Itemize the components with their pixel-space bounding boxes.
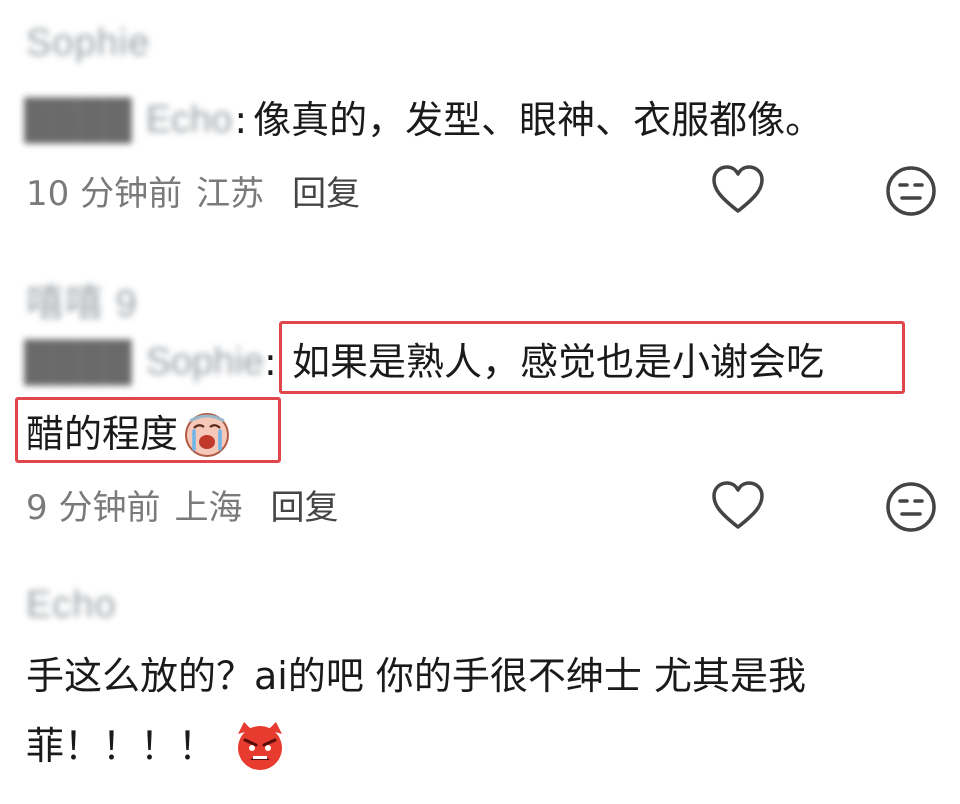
comment-username[interactable]: Echo (26, 584, 117, 627)
reply-user-a[interactable]: ████ (24, 341, 132, 384)
comment-location: 江苏 (196, 174, 265, 214)
reply-button[interactable]: 回复 (292, 174, 360, 214)
comment-username[interactable]: Sophie (26, 22, 150, 65)
reply-user-a[interactable]: ████ (24, 99, 132, 142)
meh-face-icon[interactable] (884, 480, 938, 534)
comment-meta: 10 分钟前 江苏 回复 (26, 166, 360, 215)
comment-username[interactable]: 嘻嘻 9 (26, 272, 138, 327)
reply-user-b[interactable]: Sophie (146, 341, 264, 384)
comment-body: ████ Echo : 像真的，发型、眼神、衣服都像。 (24, 88, 823, 152)
reply-user-b[interactable]: Echo (146, 99, 233, 142)
heart-icon[interactable] (710, 164, 766, 216)
comment-body-line2: 菲！！！！ (26, 714, 288, 778)
comment-time: 10 分钟前 (26, 174, 183, 214)
comment-text: 像真的，发型、眼神、衣服都像。 (253, 98, 824, 142)
comment-text-line1: 手这么放的？ai的吧 你的手很不绅士 尤其是我 (26, 654, 807, 698)
meh-face-icon[interactable] (884, 164, 938, 218)
angry-face-icon (238, 722, 283, 770)
comment-location: 上海 (174, 488, 243, 528)
comment-text-line2: 菲！！！！ (26, 724, 217, 768)
heart-icon[interactable] (710, 480, 766, 532)
highlight-box (15, 397, 281, 463)
comment-body: ████ Sophie : (24, 340, 277, 384)
comment-time: 9 分钟前 (26, 488, 161, 528)
reply-button[interactable]: 回复 (270, 488, 338, 528)
comment-meta: 9 分钟前 上海 回复 (26, 480, 338, 529)
highlight-box (279, 321, 905, 394)
